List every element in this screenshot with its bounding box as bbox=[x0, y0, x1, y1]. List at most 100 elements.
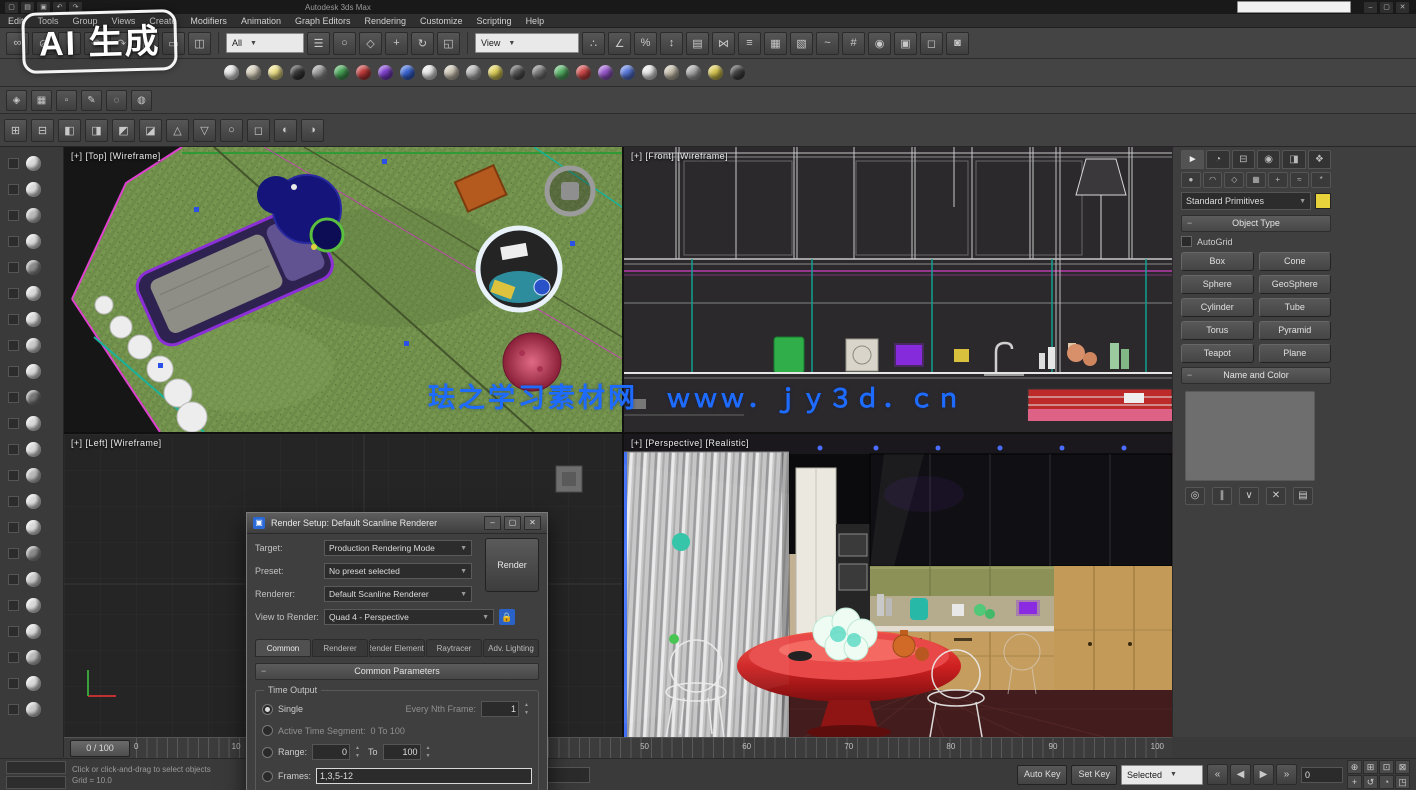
left-panel-item[interactable] bbox=[0, 256, 63, 278]
mirror-icon[interactable]: ⋈ bbox=[712, 32, 735, 55]
snap-toggle-icon[interactable]: ∴ bbox=[582, 32, 605, 55]
left-panel-item[interactable] bbox=[0, 334, 63, 356]
material-sphere-icon[interactable] bbox=[356, 65, 371, 80]
object-type-button[interactable]: Cone bbox=[1259, 252, 1332, 271]
material-sphere-icon[interactable] bbox=[532, 65, 547, 80]
material-sphere-icon[interactable] bbox=[444, 65, 459, 80]
left-panel-item[interactable] bbox=[0, 386, 63, 408]
menu-item[interactable]: Animation bbox=[241, 16, 281, 26]
range-radio[interactable] bbox=[262, 747, 273, 758]
render-button[interactable]: Render bbox=[485, 538, 539, 592]
motion-tab[interactable]: ◉ bbox=[1257, 150, 1280, 169]
viewport-layout-icon[interactable]: ◍ bbox=[131, 90, 152, 111]
orbit-icon[interactable]: ↺ bbox=[1363, 775, 1378, 789]
percent-snap-icon[interactable]: % bbox=[634, 32, 657, 55]
object-type-button[interactable]: Tube bbox=[1259, 298, 1332, 317]
range-from-spinner[interactable]: 0 bbox=[312, 744, 350, 760]
left-panel-item[interactable] bbox=[0, 516, 63, 538]
object-color-swatch[interactable] bbox=[1315, 193, 1331, 209]
select-by-name-icon[interactable]: ☰ bbox=[307, 32, 330, 55]
object-type-button[interactable]: Cylinder bbox=[1181, 298, 1254, 317]
titlebar-search-input[interactable] bbox=[1237, 1, 1351, 13]
axis-down-icon[interactable]: ▽ bbox=[193, 119, 216, 142]
angle-snap-icon[interactable]: ∠ bbox=[608, 32, 631, 55]
set-key-button[interactable]: Set Key bbox=[1071, 765, 1117, 785]
material-sphere-icon[interactable] bbox=[488, 65, 503, 80]
left-panel-item[interactable] bbox=[0, 204, 63, 226]
object-type-button[interactable]: GeoSphere bbox=[1259, 275, 1332, 294]
snap-grid-icon[interactable]: ⊞ bbox=[4, 119, 27, 142]
object-paint-icon[interactable]: ✎ bbox=[81, 90, 102, 111]
selection-filter-dropdown[interactable]: All▼ bbox=[226, 33, 304, 53]
renderer-dropdown[interactable]: Default Scanline Renderer▼ bbox=[324, 586, 472, 602]
material-sphere-icon[interactable] bbox=[290, 65, 305, 80]
render-production-icon[interactable]: ◙ bbox=[946, 32, 969, 55]
utilities-tab[interactable]: ❖ bbox=[1308, 150, 1331, 169]
fence-selection-icon[interactable]: ◇ bbox=[359, 32, 382, 55]
save-icon[interactable]: ▣ bbox=[37, 2, 50, 13]
snap-vertex-icon[interactable]: ⊟ bbox=[31, 119, 54, 142]
layer-manager-icon[interactable]: ▦ bbox=[764, 32, 787, 55]
material-sphere-icon[interactable] bbox=[664, 65, 679, 80]
left-panel-item[interactable] bbox=[0, 568, 63, 590]
material-sphere-icon[interactable] bbox=[730, 65, 745, 80]
frames-radio[interactable] bbox=[262, 771, 273, 782]
zoom-icon[interactable]: ⊕ bbox=[1347, 760, 1362, 774]
material-editor-icon[interactable]: ◉ bbox=[868, 32, 891, 55]
render-dialog-tab[interactable]: Raytracer bbox=[426, 639, 482, 657]
object-type-button[interactable]: Plane bbox=[1259, 344, 1332, 363]
left-panel-item[interactable] bbox=[0, 230, 63, 252]
render-dialog-tab[interactable]: Render Elements bbox=[369, 639, 425, 657]
left-panel-item[interactable] bbox=[0, 698, 63, 720]
material-sphere-icon[interactable] bbox=[224, 65, 239, 80]
left-panel-item[interactable] bbox=[0, 464, 63, 486]
axis-x-icon[interactable]: ◩ bbox=[112, 119, 135, 142]
spinner-arrows-icon[interactable]: ▲▼ bbox=[524, 702, 532, 716]
dialog-window-button[interactable]: ▢ bbox=[504, 516, 521, 530]
reference-coordinate-dropdown[interactable]: View▼ bbox=[475, 33, 579, 53]
object-type-button[interactable]: Pyramid bbox=[1259, 321, 1332, 340]
display-tab[interactable]: ◨ bbox=[1282, 150, 1305, 169]
zoom-all-icon[interactable]: ⊞ bbox=[1363, 760, 1378, 774]
current-frame-field[interactable]: 0 bbox=[1301, 767, 1343, 783]
viewport-label[interactable]: [+] [Perspective] [Realistic] bbox=[631, 438, 749, 448]
material-sphere-icon[interactable] bbox=[422, 65, 437, 80]
object-type-button[interactable]: Sphere bbox=[1181, 275, 1254, 294]
lock-view-icon[interactable]: 🔒 bbox=[499, 609, 515, 625]
left-panel-item[interactable] bbox=[0, 308, 63, 330]
category-icon[interactable]: ◠ bbox=[1203, 172, 1223, 188]
freeform-tools-icon[interactable]: ▦ bbox=[31, 90, 52, 111]
create-tab[interactable]: ► bbox=[1181, 150, 1204, 169]
menu-item[interactable]: Modifiers bbox=[190, 16, 227, 26]
pan-icon[interactable]: + bbox=[1347, 775, 1362, 789]
spinner-snap-icon[interactable]: ↕ bbox=[660, 32, 683, 55]
menu-item[interactable]: Customize bbox=[420, 16, 463, 26]
material-sphere-icon[interactable] bbox=[400, 65, 415, 80]
material-sphere-icon[interactable] bbox=[686, 65, 701, 80]
previous-frame-icon[interactable]: ◀ bbox=[1230, 764, 1251, 785]
object-type-button[interactable]: Torus bbox=[1181, 321, 1254, 340]
open-file-icon[interactable]: ▤ bbox=[21, 2, 34, 13]
show-end-result-icon[interactable]: ∥ bbox=[1212, 487, 1232, 505]
left-panel-item[interactable] bbox=[0, 620, 63, 642]
range-to-spinner[interactable]: 100 bbox=[383, 744, 421, 760]
target-dropdown[interactable]: Production Rendering Mode▼ bbox=[324, 540, 472, 556]
snap-face-icon[interactable]: ◨ bbox=[85, 119, 108, 142]
rendered-frame-window-icon[interactable]: ◻ bbox=[920, 32, 943, 55]
undo-icon[interactable]: ↶ bbox=[53, 2, 66, 13]
category-icon[interactable]: * bbox=[1311, 172, 1331, 188]
window-button[interactable]: ‒ bbox=[1364, 2, 1377, 13]
viewport-label[interactable]: [+] [Front] [Wireframe] bbox=[631, 151, 728, 161]
pivot-icon[interactable]: ◻ bbox=[247, 119, 270, 142]
new-file-icon[interactable]: ▢ bbox=[5, 2, 18, 13]
material-sphere-icon[interactable] bbox=[312, 65, 327, 80]
object-type-button[interactable]: Teapot bbox=[1181, 344, 1254, 363]
material-sphere-icon[interactable] bbox=[708, 65, 723, 80]
category-icon[interactable]: ▦ bbox=[1246, 172, 1266, 188]
material-sphere-icon[interactable] bbox=[642, 65, 657, 80]
left-panel-item[interactable] bbox=[0, 152, 63, 174]
material-sphere-icon[interactable] bbox=[554, 65, 569, 80]
go-to-end-icon[interactable]: » bbox=[1276, 764, 1297, 785]
pin-stack-icon[interactable]: ◎ bbox=[1185, 487, 1205, 505]
spinner-arrows-icon[interactable]: ▲▼ bbox=[426, 745, 434, 759]
